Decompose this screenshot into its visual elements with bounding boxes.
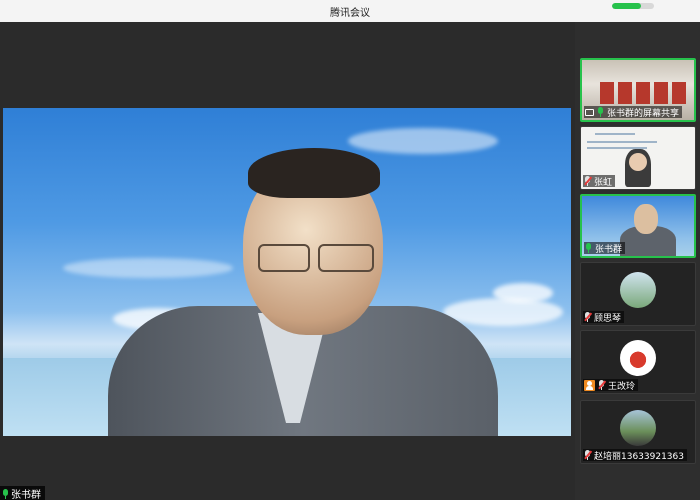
participant-face: [629, 153, 647, 171]
participant-avatar: [620, 272, 656, 308]
participant-tile-zhanghong[interactable]: 张虹: [580, 126, 696, 190]
speaker-hair: [248, 148, 380, 198]
participant-tile-screen-share[interactable]: 张书群的屏幕共享: [580, 58, 696, 122]
tile-label: 张书群: [584, 242, 626, 255]
participant-name: 张虹: [594, 177, 613, 188]
main-video[interactable]: [3, 108, 571, 436]
glasses-left-lens: [258, 244, 310, 272]
tile-label: 赵培丽13633921363: [583, 449, 687, 462]
signal-fill: [612, 3, 642, 9]
tile-label: 顾思琴: [583, 311, 625, 324]
participant-sidebar: 张书群的屏幕共享 张虹 张书群 顾思琴 王改玲 赵培丽13633921363: [575, 22, 700, 500]
participant-face: [634, 204, 658, 234]
mic-muted-icon: [598, 380, 606, 390]
main-stage: 张书群: [0, 22, 575, 500]
mic-muted-icon: [584, 450, 592, 460]
participant-tile-zhaopeili[interactable]: 赵培丽13633921363: [580, 400, 696, 464]
banner-block: [636, 82, 650, 104]
participant-avatar: [620, 340, 656, 376]
participant-avatar: [620, 410, 656, 446]
sky-cloud: [493, 283, 553, 303]
mic-muted-icon: [584, 176, 592, 186]
title-bar: 腾讯会议: [0, 0, 700, 22]
participant-name: 张书群: [595, 244, 623, 255]
glasses-right-lens: [318, 244, 374, 272]
document-line: [587, 141, 657, 143]
mic-on-icon: [585, 243, 592, 253]
mic-muted-icon: [584, 312, 592, 322]
app-title: 腾讯会议: [330, 8, 370, 19]
mic-on-icon: [2, 488, 9, 499]
user-badge-icon: [584, 379, 595, 391]
banner-block: [600, 82, 614, 104]
participant-name: 王改玲: [608, 381, 636, 392]
tile-label: 张虹: [583, 175, 616, 188]
participant-name: 顾思琴: [594, 313, 622, 324]
participant-tile-gusiqin[interactable]: 顾思琴: [580, 262, 696, 326]
mic-on-icon: [597, 107, 604, 117]
participant-name: 张书群的屏幕共享: [607, 108, 680, 119]
main-speaker-name: 张书群: [11, 490, 41, 500]
participant-name: 赵培丽13633921363: [594, 451, 684, 462]
banner-block: [654, 82, 668, 104]
main-speaker-name-tag: 张书群: [0, 486, 45, 500]
document-line: [595, 133, 635, 135]
tile-label: 王改玲: [583, 379, 639, 392]
participant-tile-wanggailing[interactable]: 王改玲: [580, 330, 696, 394]
tile-label: 张书群的屏幕共享: [584, 106, 683, 119]
speaker-figure: [108, 148, 498, 436]
banner-block: [672, 82, 686, 104]
screen-share-icon: [585, 108, 594, 116]
network-signal-indicator: [612, 3, 654, 9]
participant-tile-zhangshuqun[interactable]: 张书群: [580, 194, 696, 258]
banner-block: [618, 82, 632, 104]
